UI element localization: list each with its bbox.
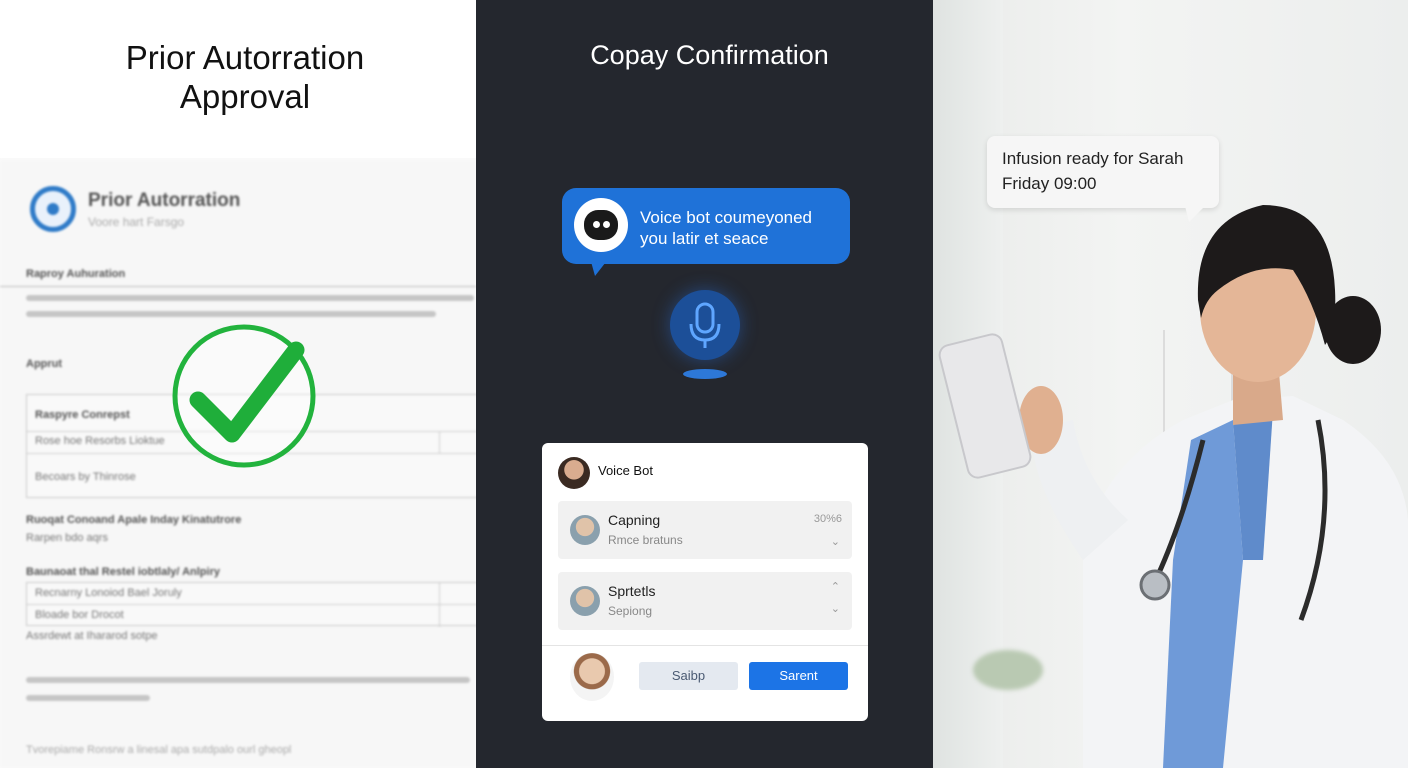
list-item-title: Sprtetls [608,583,656,599]
avatar [570,653,614,701]
avatar [570,586,600,616]
panel-title: Copay Confirmation [590,40,829,70]
voice-bot-card: Voice Bot Capning Rmce bratuns 30%6 ⌄ Sp… [542,443,868,721]
bot-face-icon [584,210,618,240]
bubble-tail [590,258,609,276]
table-row: Recnarny Lonoiod Bael Joruly [35,587,182,599]
bot-avatar-icon [574,198,628,252]
collage: Prior Autorration Approval Prior Autorra… [0,0,1408,768]
list-item[interactable]: Capning Rmce bratuns 30%6 ⌄ [558,501,852,559]
panel-header: Prior Autorration Approval [0,0,476,158]
divider [439,583,440,627]
send-button[interactable]: Sarent [749,662,848,690]
document-subtitle: Voore hart Farsgo [88,215,185,229]
section-heading: Apprut [26,358,63,370]
list-item-title: Capning [608,512,661,528]
avatar [570,515,600,545]
chevron-down-icon[interactable]: ⌄ [831,602,840,615]
divider [27,604,476,605]
section-heading: Ruoqat Conoand Apale Inday Kinatutrore [26,514,242,526]
box-title: Raspyre Conrepst [35,409,130,421]
text-line [26,695,150,701]
bubble-text: Voice bot coumeyoned you latir et seace [640,208,813,248]
mic-glow [683,369,727,379]
section-note: Rarpen bdo aqrs [26,532,108,544]
clinician-illustration [938,205,1408,768]
notification-bubble [987,136,1219,208]
skip-button[interactable]: Saibp [639,662,738,690]
copay-confirmation-panel: Copay Confirmation Voice bot coumeyoned … [476,0,933,768]
table-row: Bloade bor Drocot [35,609,124,621]
microphone-button[interactable] [670,290,740,360]
notification-line-2: Friday 09:00 [1002,174,1097,193]
bot-eye [603,221,610,228]
infusion-ready-panel: Infusion ready for Sarah Friday 09:00 [933,0,1408,768]
box-row: Becoars by Thinrose [35,471,136,483]
bubble-tail [1185,206,1205,222]
table-note: Assrdewt at Ihararod sotpe [26,630,158,642]
results-table: Recnarny Lonoiod Bael Joruly Bloade bor … [26,582,476,627]
divider [542,645,868,646]
divider [0,286,476,287]
section-heading: Raproy Auhuration [26,268,126,280]
section-heading: Baunaoat thal Restel iobtlaly/ Anlpiry [26,566,220,578]
text-line [26,677,470,683]
text-line [26,295,474,301]
list-item[interactable]: Sprtetls Sepiong ⌃ ⌄ [558,572,852,630]
panel-title: Prior Autorration Approval [125,39,365,115]
microphone-icon [689,302,721,348]
list-item-subtitle: Sepiong [608,604,653,618]
bot-eye [593,221,600,228]
approved-check-icon [172,324,316,468]
list-item-meta: 30%6 [813,513,842,525]
list-item-subtitle: Rmce bratuns [608,533,683,547]
notification-line-1: Infusion ready for Sarah [1002,149,1184,168]
prior-authorization-panel: Prior Autorration Approval Prior Autorra… [0,0,476,768]
document-title: Prior Autorration [88,190,241,211]
avatar [558,457,590,489]
text-line [26,311,436,317]
chevron-up-icon[interactable]: ⌃ [831,580,840,593]
chevron-down-icon[interactable]: ⌄ [831,535,840,548]
logo-icon [30,186,76,232]
divider [439,431,440,453]
document-footer: Tvorepiame Ronsrw a linesal apa sutdpalo… [26,744,292,756]
box-row: Rose hoe Resorbs Lioktue [35,435,165,447]
card-title: Voice Bot [598,463,653,478]
